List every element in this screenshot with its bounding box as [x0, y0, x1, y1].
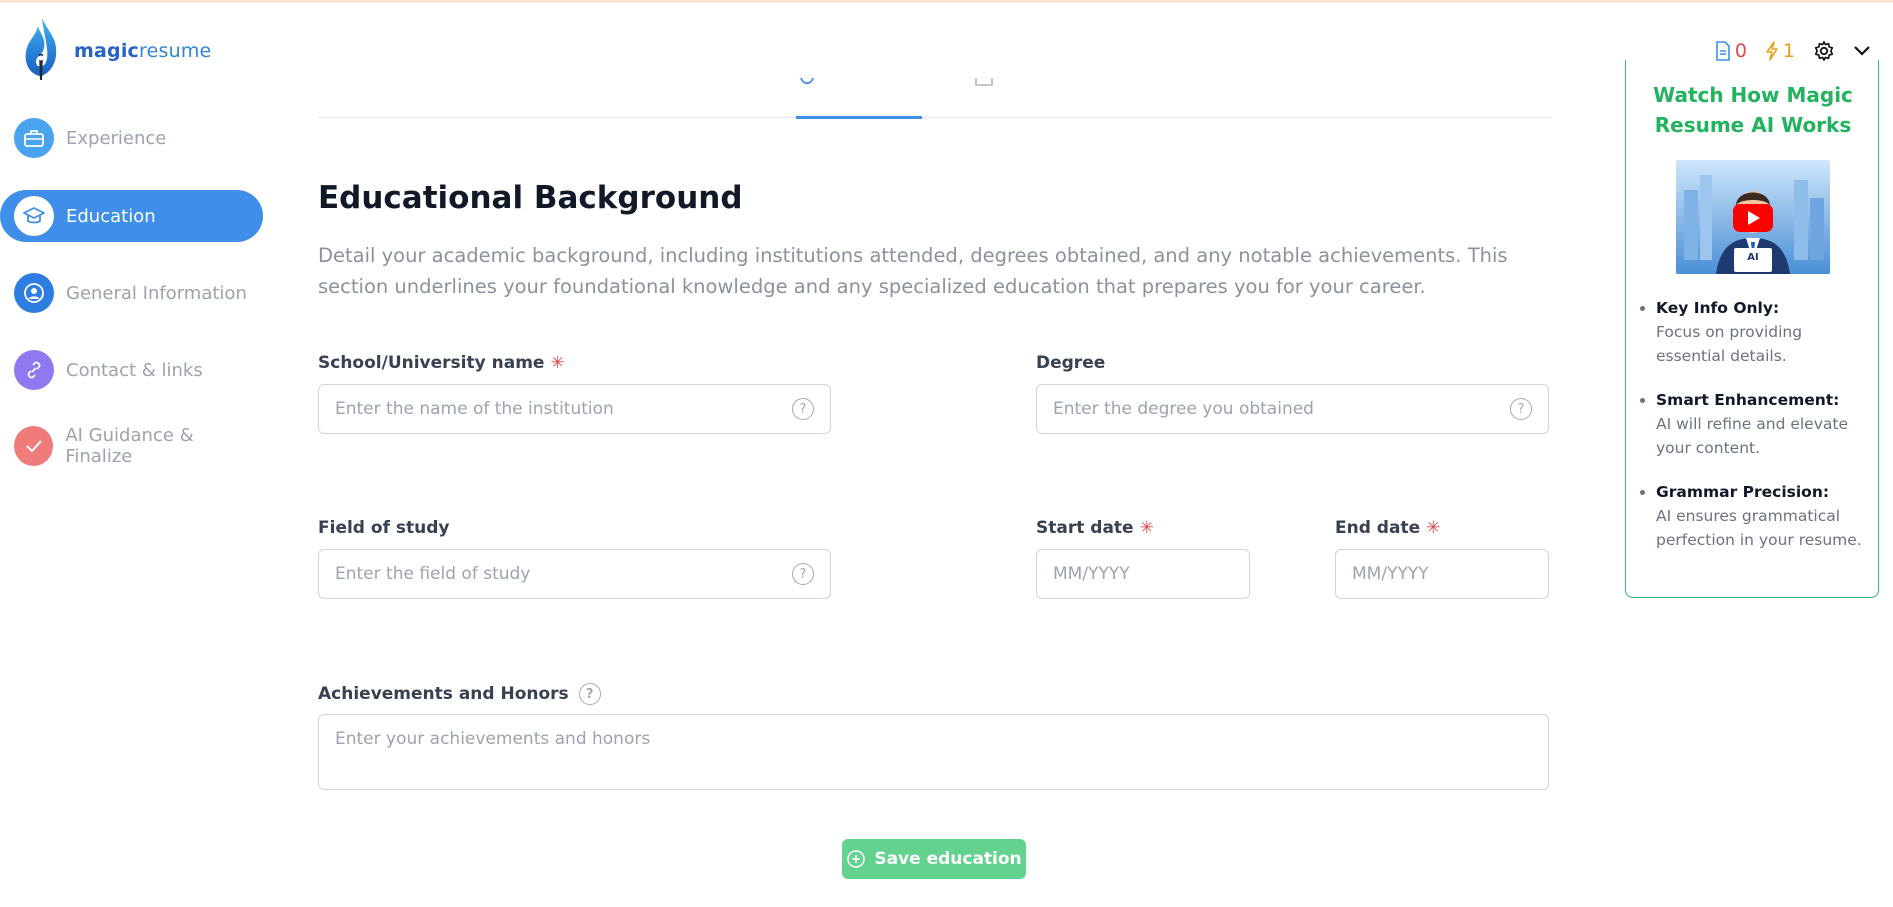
logo[interactable]: magicresume — [18, 16, 211, 86]
end-date-field — [1335, 549, 1549, 599]
tab-education-partial[interactable] — [800, 72, 814, 91]
page-title: Educational Background — [318, 180, 743, 216]
lightning-icon — [1766, 41, 1778, 61]
field-of-study-label: Field of study — [318, 518, 450, 538]
promo-panel: Watch How Magic Resume AI Works AI • Key… — [1625, 60, 1879, 598]
svg-text:AI: AI — [1747, 252, 1758, 263]
briefcase-icon — [14, 118, 54, 158]
help-icon[interactable]: ? — [792, 563, 814, 585]
gear-icon[interactable] — [1813, 40, 1835, 62]
achievements-textarea[interactable] — [335, 729, 1532, 773]
sidebar-item-ai-guidance[interactable]: AI Guidance & Finalize — [0, 420, 263, 472]
help-icon[interactable]: ? — [1510, 398, 1532, 420]
save-education-label: Save education — [874, 849, 1022, 869]
top-border — [0, 0, 1893, 3]
list-item: Smart Enhancement:AI will refine and ele… — [1656, 388, 1866, 460]
sidebar-item-experience[interactable]: Experience — [0, 112, 263, 164]
credits-counter[interactable]: 1 — [1765, 40, 1795, 62]
sidebar-item-general-information[interactable]: General Information — [0, 267, 263, 319]
sidebar-item-label: General Information — [66, 282, 247, 304]
credits-count: 1 — [1782, 40, 1795, 62]
start-date-label: Start date ✳ — [1036, 518, 1154, 538]
sidebar-item-education[interactable]: Education — [0, 190, 263, 242]
check-icon — [14, 426, 54, 466]
school-field: ? — [318, 384, 831, 434]
sidebar-item-label: Experience — [66, 127, 167, 149]
logo-text: magicresume — [74, 40, 212, 62]
list-item: Key Info Only:Focus on providing essenti… — [1656, 296, 1866, 368]
tabs-divider — [318, 117, 1550, 118]
sidebar-item-label: Education — [66, 205, 156, 227]
tab-icon — [800, 77, 814, 85]
field-of-study-input[interactable] — [335, 564, 792, 584]
help-icon[interactable]: ? — [578, 683, 601, 705]
degree-label: Degree — [1036, 353, 1106, 373]
sidebar-item-label: Contact & links — [66, 359, 203, 381]
user-icon — [14, 273, 54, 313]
plus-circle-icon — [847, 850, 866, 868]
sidebar-item-contact-links[interactable]: Contact & links — [0, 344, 263, 396]
school-label: School/University name ✳ — [318, 353, 565, 373]
tab-icon — [975, 78, 993, 86]
help-icon[interactable]: ? — [792, 398, 814, 420]
required-asterisk-icon: ✳ — [1139, 518, 1154, 538]
sidebar-item-label: AI Guidance & Finalize — [65, 425, 194, 467]
header-actions: 0 1 — [1715, 40, 1871, 62]
documents-count: 0 — [1734, 40, 1747, 62]
link-icon — [14, 350, 54, 390]
promo-tips-list: Key Info Only:Focus on providing essenti… — [1656, 296, 1866, 572]
document-icon — [1716, 41, 1730, 61]
tab-active-indicator — [796, 116, 922, 119]
degree-input[interactable] — [1053, 399, 1510, 419]
degree-field: ? — [1036, 384, 1549, 434]
required-asterisk-icon: ✳ — [550, 353, 565, 373]
promo-title: Watch How Magic Resume AI Works — [1653, 83, 1853, 137]
achievements-label: Achievements and Honors? — [318, 683, 601, 705]
documents-counter[interactable]: 0 — [1715, 40, 1747, 62]
page-description: Detail your academic background, includi… — [318, 244, 1508, 298]
field-of-study-field: ? — [318, 549, 831, 599]
flame-pen-logo-icon — [25, 18, 57, 80]
promo-video-thumbnail[interactable]: AI — [1676, 160, 1830, 274]
school-input[interactable] — [335, 399, 792, 419]
save-education-button[interactable]: Save education — [842, 839, 1026, 879]
list-item: Grammar Precision:AI ensures grammatical… — [1656, 480, 1866, 552]
required-asterisk-icon: ✳ — [1426, 518, 1441, 538]
end-date-label: End date ✳ — [1335, 518, 1441, 538]
graduation-cap-icon — [14, 196, 54, 236]
tab-results-partial[interactable] — [975, 72, 993, 91]
start-date-input[interactable] — [1053, 564, 1233, 584]
chevron-down-icon[interactable] — [1853, 45, 1871, 57]
achievements-field — [318, 714, 1549, 790]
end-date-input[interactable] — [1352, 564, 1532, 584]
start-date-field — [1036, 549, 1250, 599]
